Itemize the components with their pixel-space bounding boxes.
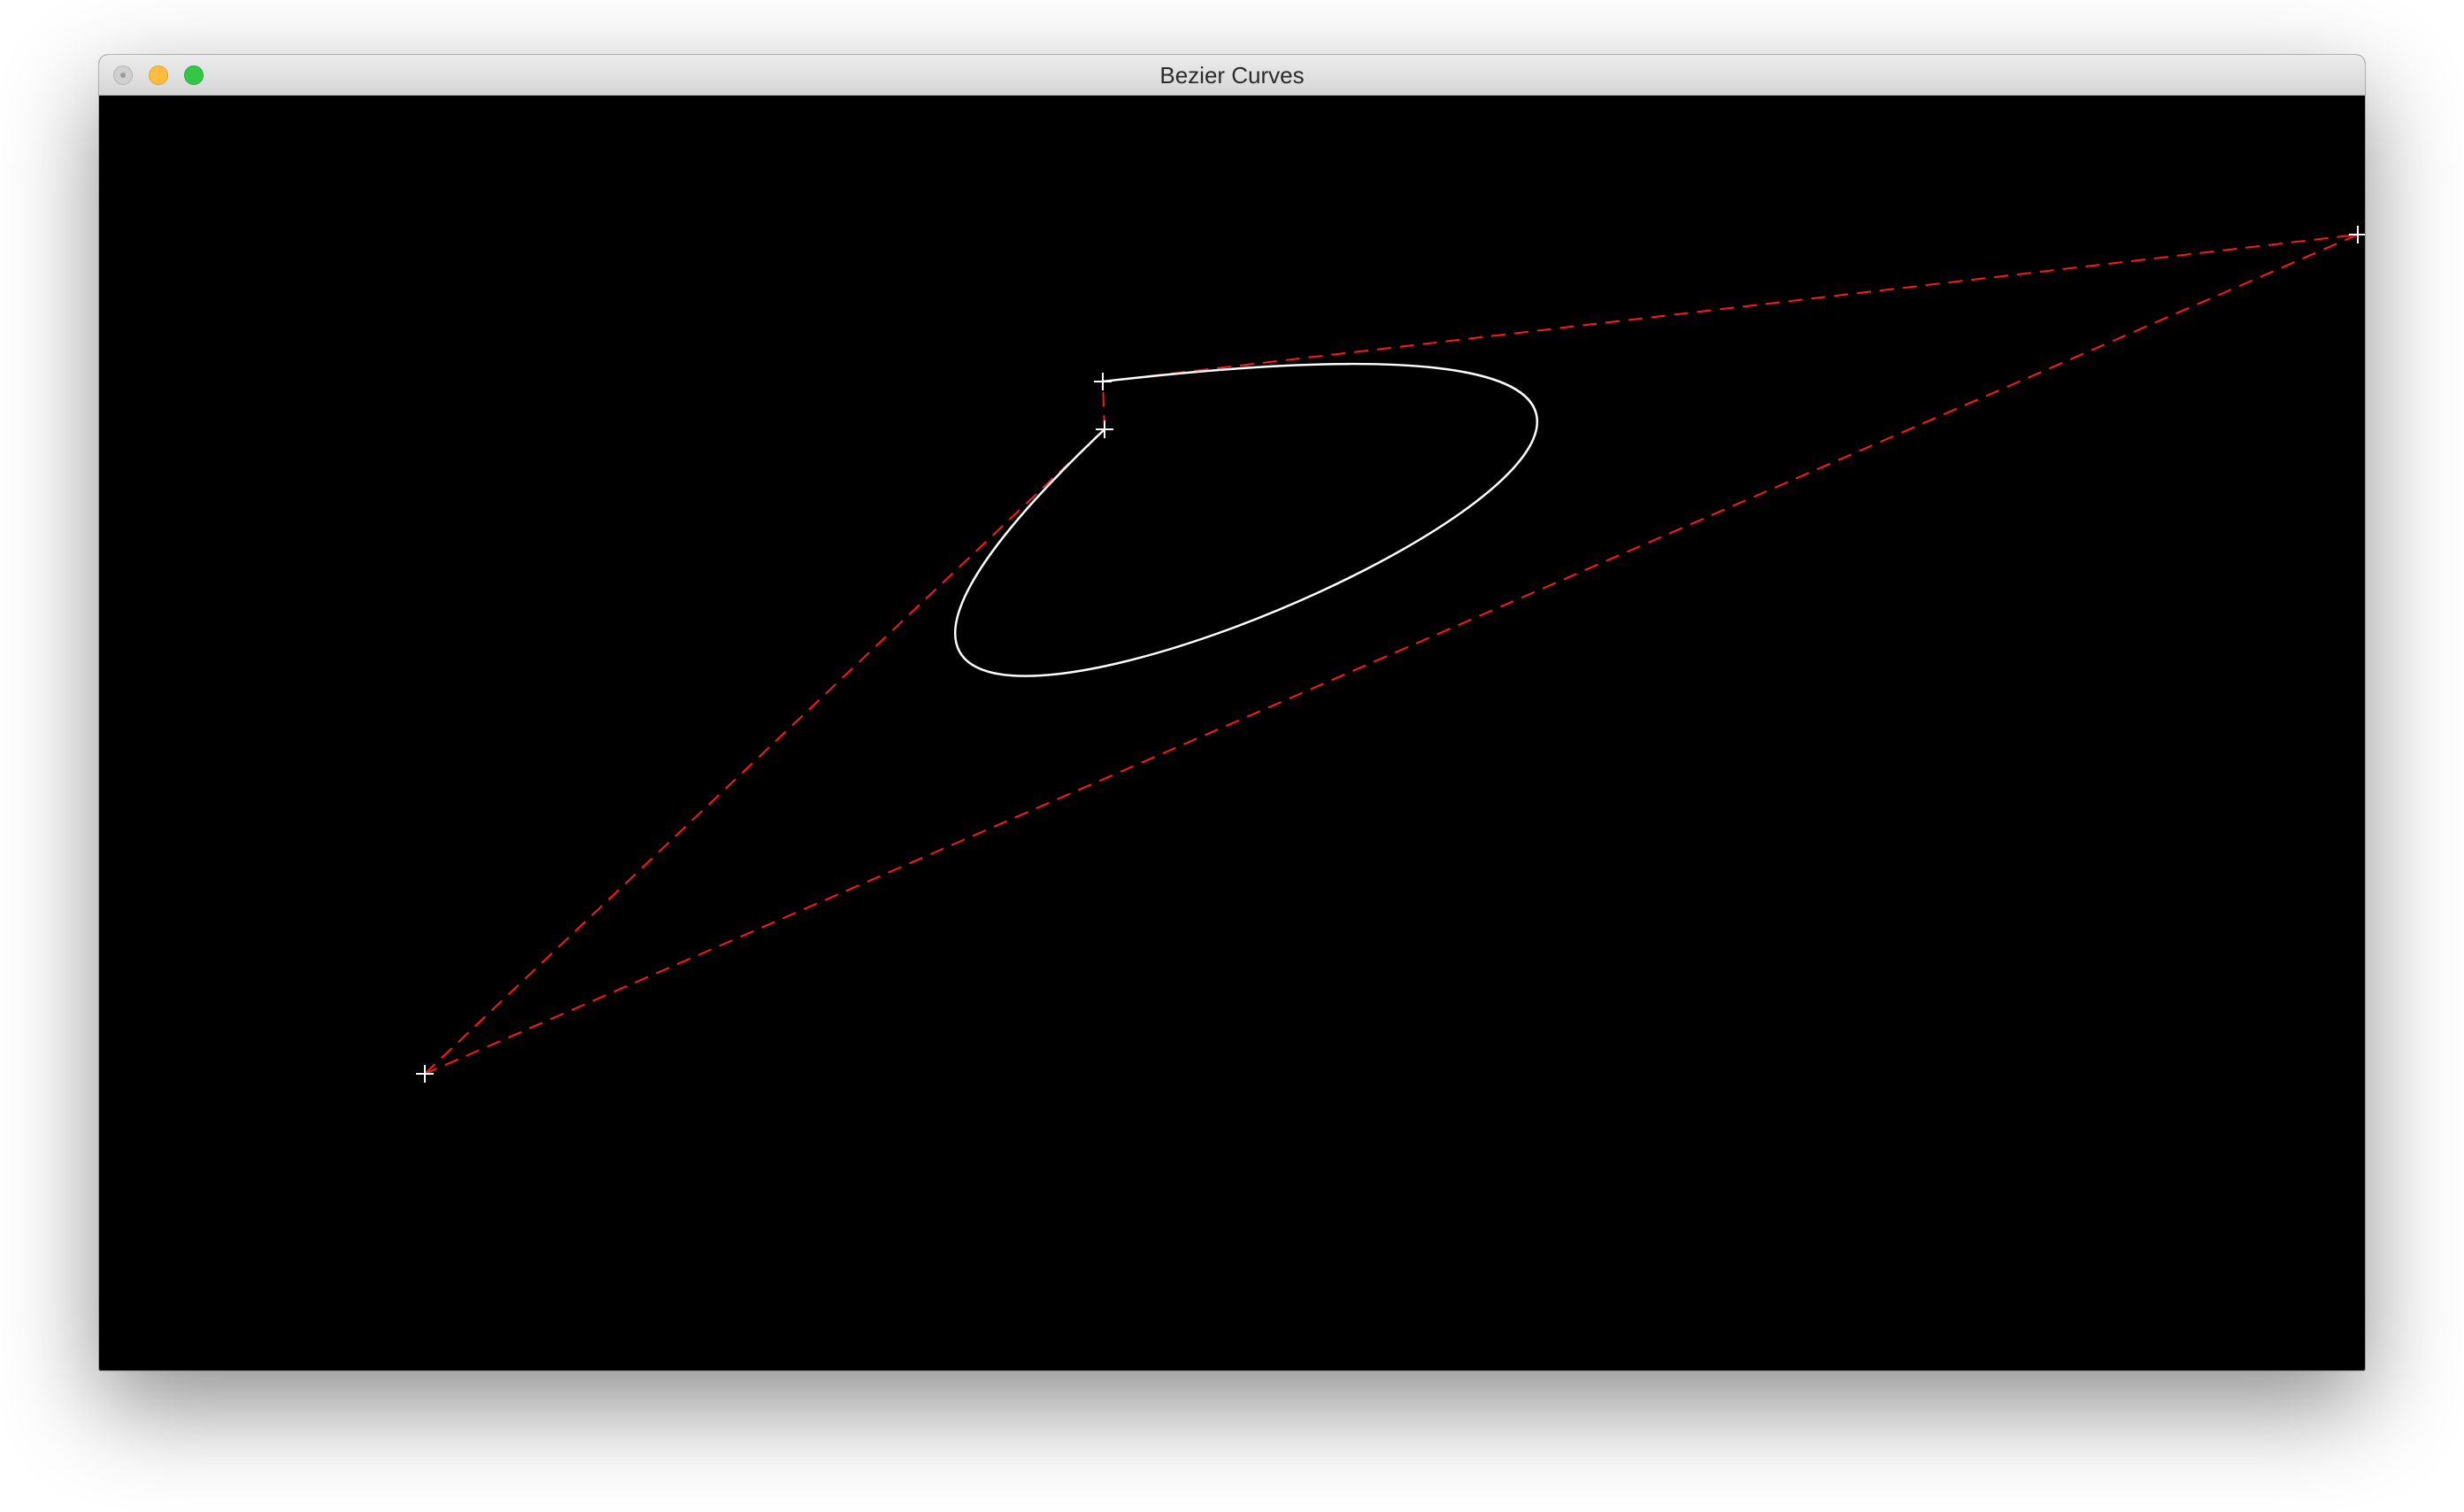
title-bar[interactable]: Bezier Curves [99,55,2365,96]
app-window: Bezier Curves [99,55,2365,1370]
window-title: Bezier Curves [1159,62,1305,89]
drawing-canvas[interactable] [99,96,2365,1370]
